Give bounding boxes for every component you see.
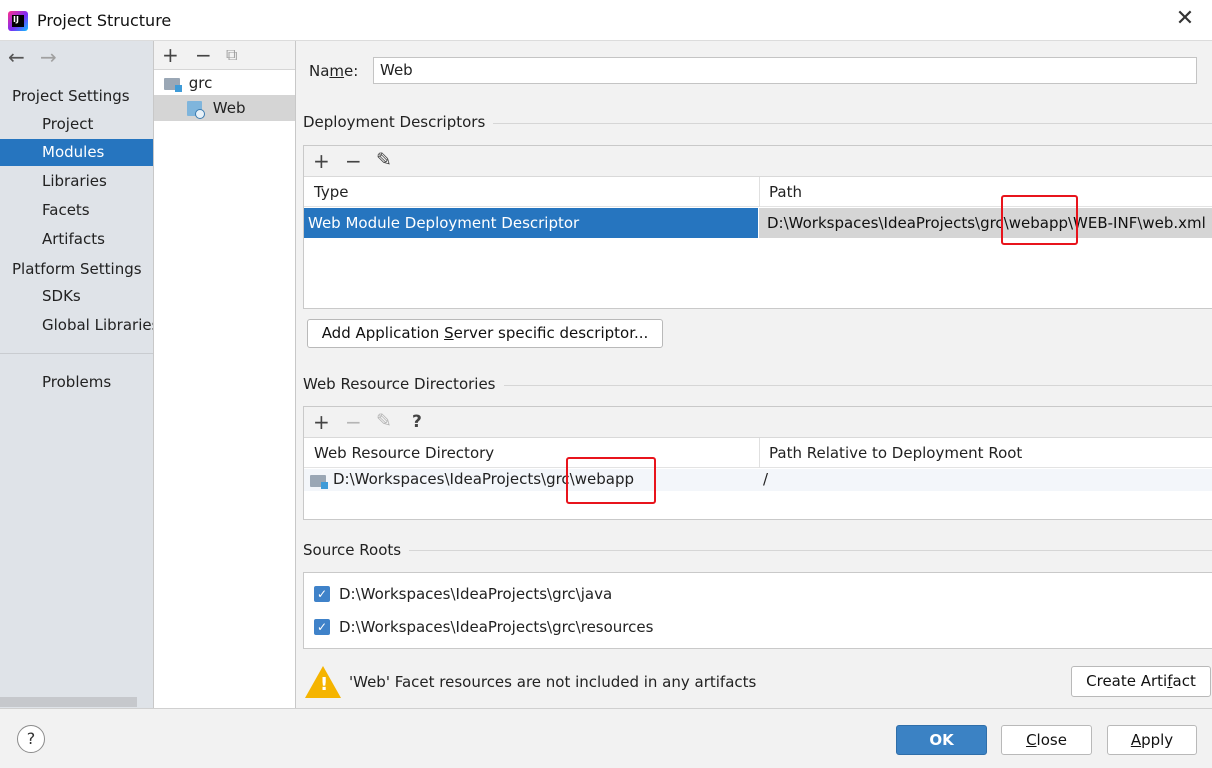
create-artifact-button[interactable]: Create Artifact [1071,666,1211,697]
add-icon[interactable]: + [313,151,330,171]
descriptor-toolbar: + − ✎ [304,146,1212,177]
platform-settings-header: Platform Settings [12,260,142,278]
nav-item-artifacts[interactable]: Artifacts [0,226,153,253]
remove-icon[interactable]: − [345,412,362,432]
web-resource-directories-title: Web Resource Directories [303,375,504,393]
resource-relative-cell: / [763,470,769,488]
warning-message: 'Web' Facet resources are not included i… [349,673,757,691]
web-facet-icon [187,101,205,119]
highlight-box [566,457,656,504]
column-header-type[interactable]: Type [304,177,759,207]
warning-icon: ! [305,666,341,698]
nav-item-project[interactable]: Project [0,111,153,138]
column-header-relative-path[interactable]: Path Relative to Deployment Root [760,438,1212,468]
facet-settings-panel: Name: Web Deployment Descriptors + − ✎ T… [296,41,1212,708]
nav-divider [0,353,153,354]
close-icon[interactable]: ✕ [1174,8,1196,30]
nav-item-modules[interactable]: Modules [0,139,153,166]
source-roots-panel: ✓ D:\Workspaces\IdeaProjects\grc\java ✓ … [303,572,1212,649]
copy-icon[interactable]: ⧉ [226,45,237,65]
name-label: Name: [309,62,359,80]
name-field[interactable]: Web [373,57,1197,84]
tree-node-label: grc [188,74,213,92]
deployment-descriptors-title: Deployment Descriptors [303,113,494,131]
back-arrow-icon[interactable]: ← [8,45,25,69]
nav-item-problems[interactable]: Problems [0,369,153,396]
apply-button[interactable]: Apply [1107,725,1197,755]
checkbox[interactable]: ✓ [314,586,330,602]
add-server-descriptor-button[interactable]: Add Application Server specific descript… [307,319,663,348]
add-icon[interactable]: + [162,45,179,65]
edit-pencil-icon[interactable]: ✎ [376,150,392,170]
tree-node-label: Web [212,99,246,117]
source-root-path: D:\Workspaces\IdeaProjects\grc\java [339,585,613,603]
help-icon[interactable]: ? [412,412,422,432]
tree-node-web[interactable]: Web [154,95,295,121]
section-divider [304,550,1212,551]
source-roots-title: Source Roots [303,541,410,559]
tree-toolbar: + − ⧉ [154,41,295,70]
window-title: Project Structure [37,11,172,30]
edit-pencil-icon[interactable]: ✎ [376,411,392,431]
intellij-app-icon: IJ [8,11,28,31]
module-tree-panel: + − ⧉ grc Web [154,41,296,708]
module-folder-icon [164,77,182,92]
nav-item-facets[interactable]: Facets [0,197,153,224]
nav-item-global-libraries[interactable]: Global Libraries [0,312,153,339]
project-settings-header: Project Settings [12,87,130,105]
remove-icon[interactable]: − [345,151,362,171]
column-divider [759,438,760,468]
web-resource-panel: + − ✎ ? Web Resource Directory Path Rela… [303,406,1212,520]
nav-item-libraries[interactable]: Libraries [0,168,153,195]
nav-item-sdks[interactable]: SDKs [0,283,153,310]
column-divider [759,177,760,207]
highlight-box [1001,195,1078,245]
resource-toolbar: + − ✎ ? [304,407,1212,438]
dialog-footer: ? OK Close Apply [0,708,1212,768]
source-root-path: D:\Workspaces\IdeaProjects\grc\resources [339,618,654,636]
add-icon[interactable]: + [313,412,330,432]
close-button[interactable]: Close [1001,725,1092,755]
help-icon[interactable]: ? [17,725,45,753]
tree-node-grc[interactable]: grc [154,70,295,96]
column-header-web-resource-directory[interactable]: Web Resource Directory [304,438,759,468]
ok-button[interactable]: OK [896,725,987,755]
horizontal-scrollbar[interactable] [0,697,137,707]
checkbox[interactable]: ✓ [314,619,330,635]
forward-arrow-icon[interactable]: → [40,45,57,69]
web-folder-icon [310,475,328,489]
descriptor-path-cell[interactable]: D:\Workspaces\IdeaProjects\grc\webapp\WE… [759,208,1212,238]
column-header-path[interactable]: Path [760,177,1212,207]
title-bar: IJ Project Structure ✕ [0,0,1212,41]
remove-icon[interactable]: − [195,45,212,65]
settings-nav: ← → Project Settings Project Modules Lib… [0,41,154,708]
descriptor-type-cell[interactable]: Web Module Deployment Descriptor [304,208,758,238]
resource-row[interactable]: D:\Workspaces\IdeaProjects\grc\webapp / [304,469,1212,491]
